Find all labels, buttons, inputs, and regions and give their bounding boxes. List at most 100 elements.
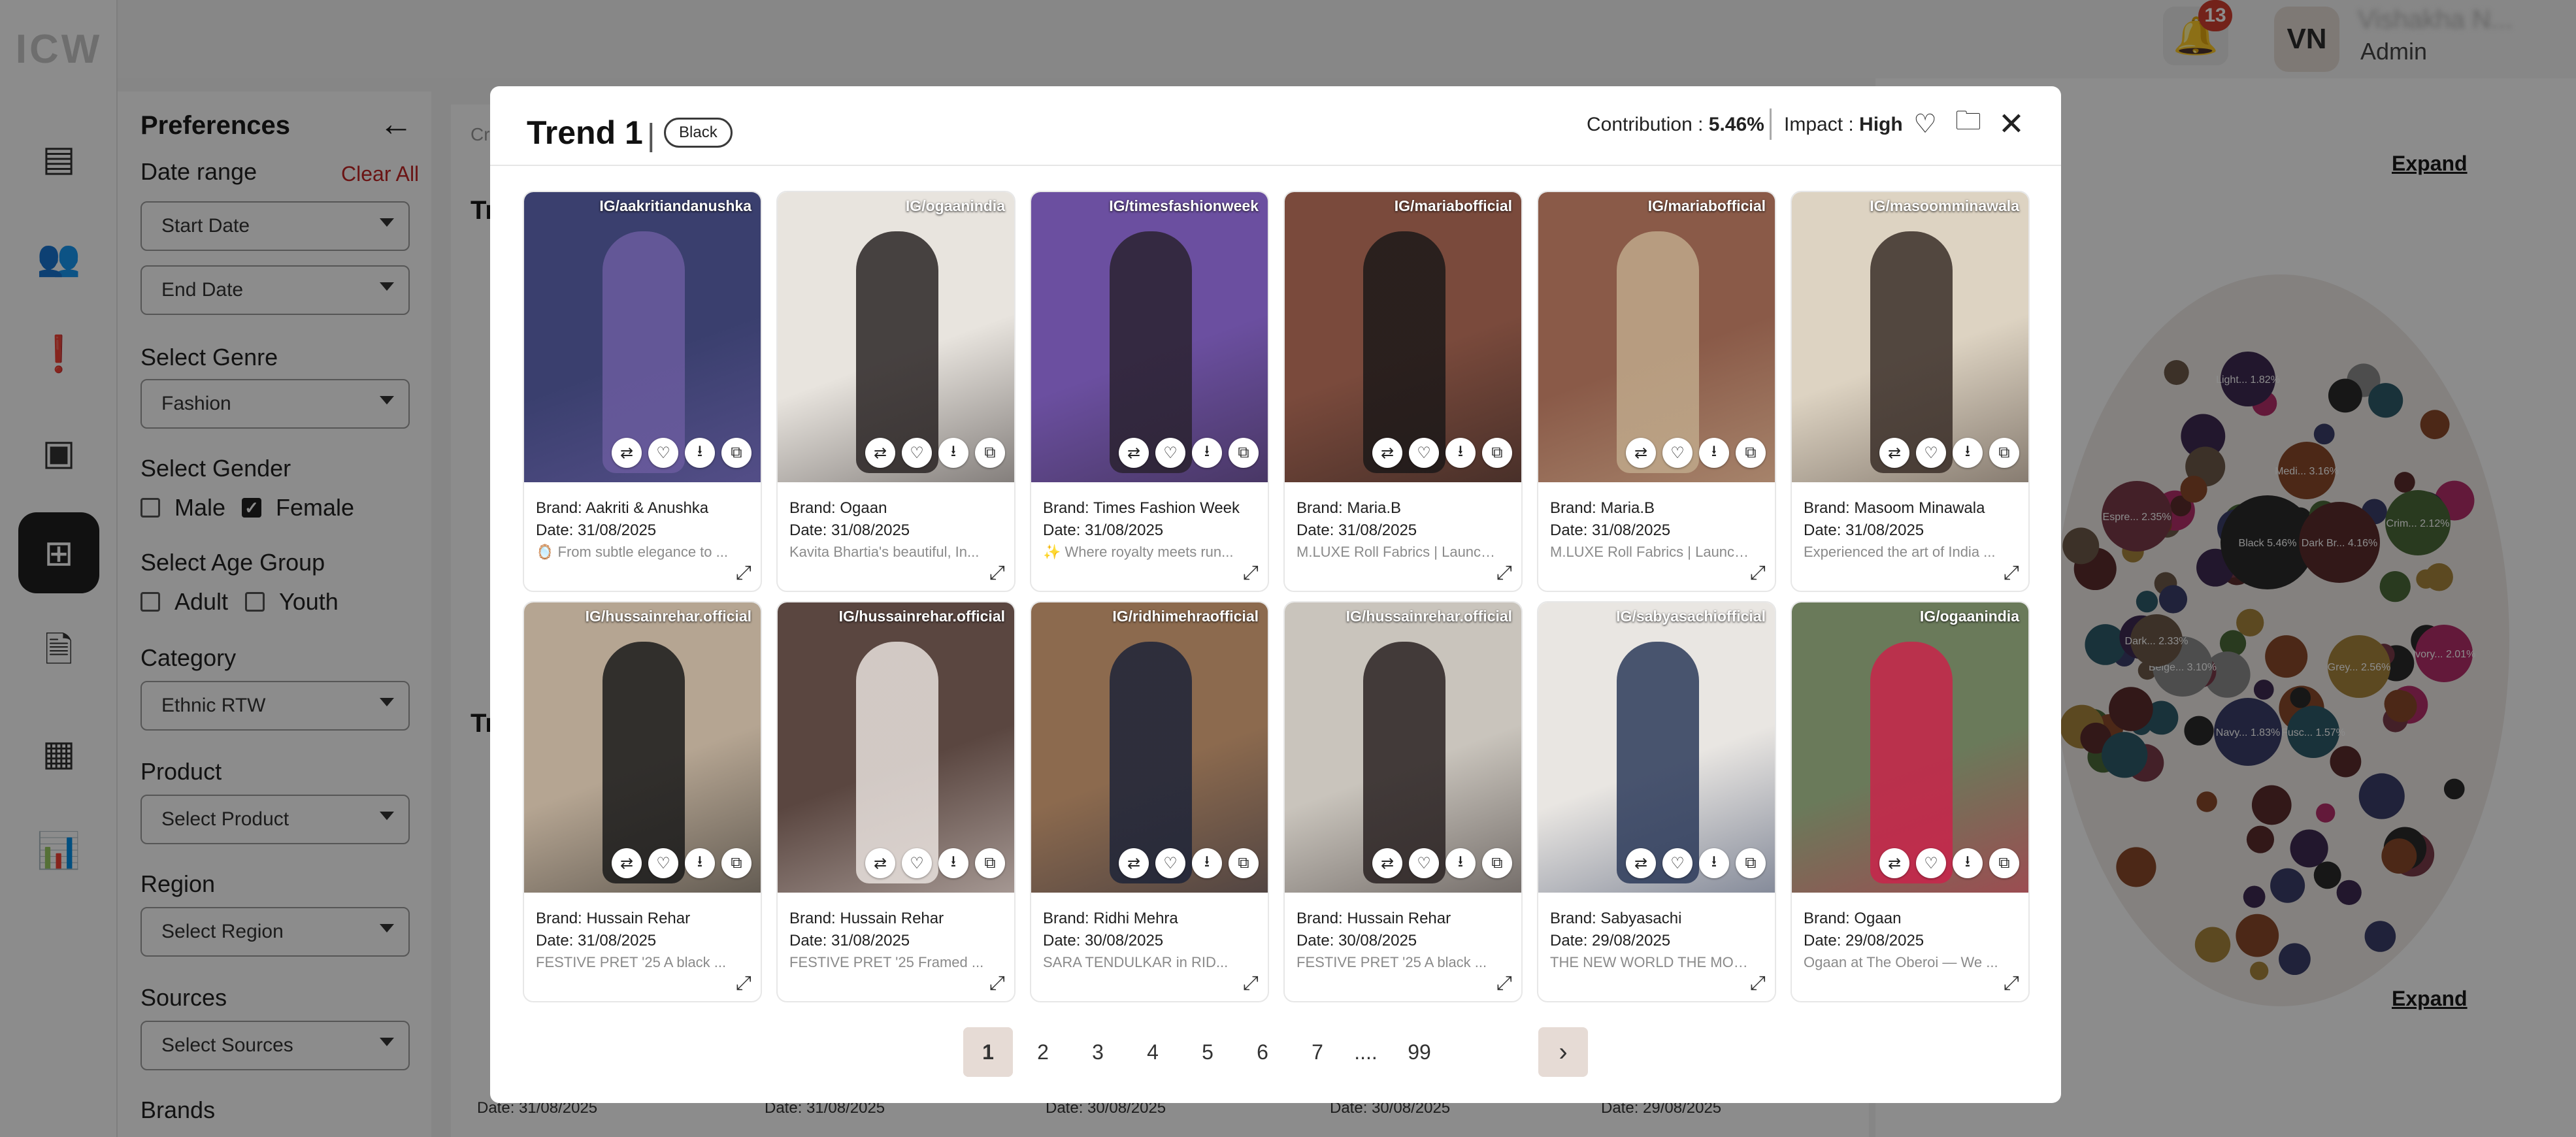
expand-icon[interactable]: ⤢	[989, 972, 1005, 995]
heart-icon[interactable]: ♡	[1916, 438, 1946, 468]
share-icon[interactable]: ⇄	[1879, 438, 1909, 468]
expand-icon[interactable]: ⤢	[989, 562, 1005, 584]
download-icon[interactable]: ⭳	[938, 848, 968, 878]
share-icon[interactable]: ⇄	[865, 438, 895, 468]
download-icon[interactable]: ⭳	[1192, 848, 1222, 878]
copy-icon[interactable]: ⧉	[721, 848, 751, 878]
heart-icon[interactable]: ♡	[648, 438, 678, 468]
expand-icon[interactable]: ⤢	[736, 972, 751, 995]
heart-icon[interactable]: ♡	[1409, 848, 1439, 878]
post-handle[interactable]: IG/ogaanindia	[1920, 608, 2019, 625]
download-icon[interactable]: ⭳	[1699, 438, 1729, 468]
share-icon[interactable]: ⇄	[1119, 438, 1149, 468]
trend-card[interactable]: IG/hussainrehar.official ⇄ ♡ ⭳ ⧉ Brand: Hussa…	[776, 601, 1016, 1002]
copy-icon[interactable]: ⧉	[721, 438, 751, 468]
heart-icon[interactable]: ♡	[648, 848, 678, 878]
download-icon[interactable]: ⭳	[1445, 848, 1476, 878]
share-icon[interactable]: ⇄	[1119, 848, 1149, 878]
page-button-6[interactable]: 6	[1238, 1027, 1287, 1077]
heart-icon[interactable]: ♡	[1662, 848, 1693, 878]
share-icon[interactable]: ⇄	[1372, 438, 1402, 468]
post-handle[interactable]: IG/ogaanindia	[906, 197, 1005, 215]
favorite-button[interactable]: ♡	[1907, 106, 1943, 142]
download-icon[interactable]: ⭳	[1953, 438, 1983, 468]
page-button-7[interactable]: 7	[1293, 1027, 1342, 1077]
page-button-4[interactable]: 4	[1128, 1027, 1178, 1077]
trend-card[interactable]: IG/mariabofficial ⇄ ♡ ⭳ ⧉ Brand: Maria.B Date:…	[1537, 191, 1776, 592]
share-icon[interactable]: ⇄	[1626, 438, 1656, 468]
share-icon[interactable]: ⇄	[1626, 848, 1656, 878]
trend-card[interactable]: IG/mariabofficial ⇄ ♡ ⭳ ⧉ Brand: Maria.B Date:…	[1283, 191, 1523, 592]
trend-card[interactable]: IG/aakritiandanushka ⇄ ♡ ⭳ ⧉ Brand: Aakriti &…	[523, 191, 762, 592]
heart-icon[interactable]: ♡	[1155, 848, 1185, 878]
page-button-1[interactable]: 1	[963, 1027, 1013, 1077]
download-icon[interactable]: ⭳	[685, 848, 715, 878]
expand-icon[interactable]: ⤢	[1750, 562, 1766, 584]
download-icon[interactable]: ⭳	[1953, 848, 1983, 878]
post-handle[interactable]: IG/hussainrehar.official	[839, 608, 1005, 625]
expand-icon[interactable]: ⤢	[1496, 562, 1512, 584]
page-button-99[interactable]: 99	[1395, 1027, 1444, 1077]
post-handle[interactable]: IG/ridhimehraofficial	[1112, 608, 1259, 625]
page-button-2[interactable]: 2	[1018, 1027, 1068, 1077]
download-icon[interactable]: ⭳	[938, 438, 968, 468]
trend-card[interactable]: IG/sabyasachiofficial ⇄ ♡ ⭳ ⧉ Brand: Sabyasac…	[1537, 601, 1776, 1002]
share-icon[interactable]: ⇄	[612, 848, 642, 878]
trend-card[interactable]: IG/timesfashionweek ⇄ ♡ ⭳ ⧉ Brand: Times Fash…	[1030, 191, 1269, 592]
trend-card[interactable]: IG/ogaanindia ⇄ ♡ ⭳ ⧉ Brand: Ogaan Date: 29/08…	[1791, 601, 2030, 1002]
page-button-5[interactable]: 5	[1183, 1027, 1232, 1077]
expand-icon[interactable]: ⤢	[2004, 972, 2019, 995]
trend-card[interactable]: IG/hussainrehar.official ⇄ ♡ ⭳ ⧉ Brand: Hussa…	[1283, 601, 1523, 1002]
save-folder-button[interactable]: 🗀	[1950, 106, 1987, 142]
expand-icon[interactable]: ⤢	[1496, 972, 1512, 995]
post-handle[interactable]: IG/timesfashionweek	[1109, 197, 1259, 215]
expand-icon[interactable]: ⤢	[1243, 562, 1259, 584]
close-button[interactable]: ✕	[1993, 106, 2030, 142]
copy-icon[interactable]: ⧉	[1229, 438, 1259, 468]
post-handle[interactable]: IG/sabyasachiofficial	[1616, 608, 1766, 625]
share-icon[interactable]: ⇄	[1879, 848, 1909, 878]
copy-icon[interactable]: ⧉	[975, 438, 1005, 468]
trend-card[interactable]: IG/masoomminawala ⇄ ♡ ⭳ ⧉ Brand: Masoom Minaw…	[1791, 191, 2030, 592]
heart-icon[interactable]: ♡	[1662, 438, 1693, 468]
copy-icon[interactable]: ⧉	[1736, 438, 1766, 468]
copy-icon[interactable]: ⧉	[1989, 848, 2019, 878]
download-icon[interactable]: ⭳	[1192, 438, 1222, 468]
post-handle[interactable]: IG/hussainrehar.official	[1346, 608, 1512, 625]
heart-icon[interactable]: ♡	[1409, 438, 1439, 468]
copy-icon[interactable]: ⧉	[1989, 438, 2019, 468]
copy-icon[interactable]: ⧉	[1229, 848, 1259, 878]
card-description: M.LUXE Roll Fabrics | Launch...	[1550, 544, 1753, 560]
expand-icon[interactable]: ⤢	[736, 562, 751, 584]
share-icon[interactable]: ⇄	[865, 848, 895, 878]
card-date: Date: 31/08/2025	[536, 521, 657, 539]
share-icon[interactable]: ⇄	[612, 438, 642, 468]
heart-icon[interactable]: ♡	[1916, 848, 1946, 878]
post-handle[interactable]: IG/masoomminawala	[1870, 197, 2019, 215]
expand-icon[interactable]: ⤢	[1243, 972, 1259, 995]
heart-icon[interactable]: ♡	[1155, 438, 1185, 468]
download-icon[interactable]: ⭳	[685, 438, 715, 468]
copy-icon[interactable]: ⧉	[1736, 848, 1766, 878]
post-handle[interactable]: IG/aakritiandanushka	[599, 197, 751, 215]
copy-icon[interactable]: ⧉	[975, 848, 1005, 878]
model-figure	[856, 231, 938, 473]
copy-icon[interactable]: ⧉	[1482, 438, 1512, 468]
trend-card[interactable]: IG/hussainrehar.official ⇄ ♡ ⭳ ⧉ Brand: Hussa…	[523, 601, 762, 1002]
heart-icon[interactable]: ♡	[902, 438, 932, 468]
post-handle[interactable]: IG/mariabofficial	[1395, 197, 1512, 215]
card-description: FESTIVE PRET '25 A black ...	[1296, 954, 1487, 970]
heart-icon[interactable]: ♡	[902, 848, 932, 878]
copy-icon[interactable]: ⧉	[1482, 848, 1512, 878]
trend-card[interactable]: IG/ridhimehraofficial ⇄ ♡ ⭳ ⧉ Brand: Ridhi Me…	[1030, 601, 1269, 1002]
download-icon[interactable]: ⭳	[1445, 438, 1476, 468]
download-icon[interactable]: ⭳	[1699, 848, 1729, 878]
post-handle[interactable]: IG/hussainrehar.official	[586, 608, 751, 625]
share-icon[interactable]: ⇄	[1372, 848, 1402, 878]
expand-icon[interactable]: ⤢	[2004, 562, 2019, 584]
trend-card[interactable]: IG/ogaanindia ⇄ ♡ ⭳ ⧉ Brand: Ogaan Date: 31/08…	[776, 191, 1016, 592]
page-button-3[interactable]: 3	[1073, 1027, 1123, 1077]
expand-icon[interactable]: ⤢	[1750, 972, 1766, 995]
post-handle[interactable]: IG/mariabofficial	[1648, 197, 1766, 215]
next-page-button[interactable]: ›	[1538, 1027, 1588, 1077]
